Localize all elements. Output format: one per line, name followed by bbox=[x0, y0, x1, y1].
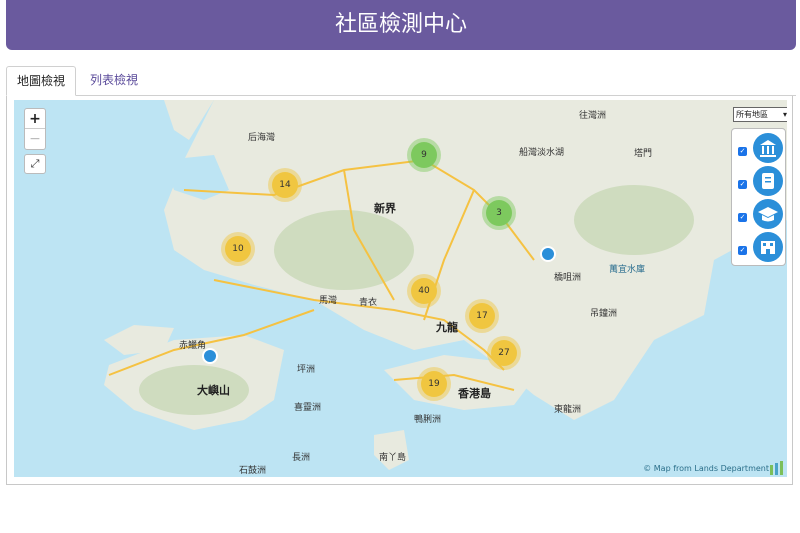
page-title: 社區檢測中心 bbox=[334, 12, 467, 37]
layer-school[interactable]: ✓ bbox=[736, 199, 786, 231]
cluster-marker[interactable]: 3 bbox=[486, 200, 512, 226]
hills-lantau bbox=[139, 365, 249, 415]
label-high-island: 萬宜水庫 bbox=[609, 265, 646, 275]
chevron-down-icon: ▾ bbox=[782, 110, 787, 119]
community-centre-icon bbox=[753, 232, 783, 262]
view-tabs: 地圖檢視 列表檢視 bbox=[6, 66, 796, 96]
label-kowloon: 九龍 bbox=[436, 321, 458, 334]
label-shek-kwu-chau: 石鼓洲 bbox=[239, 466, 267, 476]
label-chek-lap-kok: 赤鱲角 bbox=[179, 341, 207, 351]
label-peng-chau: 坪洲 bbox=[297, 365, 316, 375]
label-tung-lung-chau: 東龍洲 bbox=[554, 405, 582, 415]
label-tsing-yi: 青衣 bbox=[359, 298, 378, 308]
zoom-in-button[interactable]: + bbox=[25, 109, 45, 129]
government-building-icon bbox=[753, 133, 783, 163]
map-basemap bbox=[104, 100, 787, 470]
layer-checkbox[interactable]: ✓ bbox=[738, 246, 747, 255]
layer-toggle-panel: ✓ ✓ ✓ ✓ bbox=[731, 128, 786, 266]
page-header: 社區檢測中心 bbox=[6, 0, 796, 50]
zoom-control: + − bbox=[24, 108, 46, 150]
map-attribution[interactable]: © Map from Lands Department bbox=[643, 464, 769, 473]
label-hei-ling-chau: 喜靈洲 bbox=[294, 403, 322, 413]
cluster-marker[interactable]: 40 bbox=[411, 278, 437, 304]
cluster-marker[interactable]: 27 bbox=[491, 340, 517, 366]
fullscreen-button[interactable]: ⤢ bbox=[24, 154, 46, 174]
layer-checkbox[interactable]: ✓ bbox=[738, 213, 747, 222]
label-tap-mun: 塔門 bbox=[634, 149, 653, 159]
hills-tai-mo-shan bbox=[274, 210, 414, 290]
label-new-territories: 新界 bbox=[374, 202, 396, 215]
label-hk-island: 香港島 bbox=[458, 387, 491, 400]
hills-sai-kung bbox=[574, 185, 694, 255]
cluster-marker[interactable]: 19 bbox=[421, 371, 447, 397]
cluster-marker[interactable]: 14 bbox=[272, 172, 298, 198]
lands-department-logo-icon bbox=[770, 461, 783, 475]
label-junk-bay: 橋咀洲 bbox=[554, 273, 582, 283]
clinic-icon bbox=[753, 166, 783, 196]
tab-map-view[interactable]: 地圖檢視 bbox=[6, 66, 76, 96]
label-ap-lei-chau: 鴨脷洲 bbox=[414, 415, 442, 425]
label-tiu-chung: 吊鐘洲 bbox=[590, 309, 618, 319]
label-ma-wan: 馬灣 bbox=[319, 296, 338, 306]
label-plover-cove: 船灣淡水湖 bbox=[519, 148, 565, 158]
cluster-marker[interactable]: 9 bbox=[411, 142, 437, 168]
government-building-marker-icon[interactable] bbox=[540, 246, 556, 262]
label-cheung-chau: 長洲 bbox=[292, 453, 311, 463]
cluster-marker[interactable]: 17 bbox=[469, 303, 495, 329]
zoom-out-button[interactable]: − bbox=[25, 129, 45, 149]
layer-community-centre[interactable]: ✓ bbox=[736, 232, 786, 264]
cluster-marker[interactable]: 10 bbox=[225, 236, 251, 262]
layer-clinic[interactable]: ✓ bbox=[736, 166, 786, 198]
clinic-marker-icon[interactable] bbox=[202, 348, 218, 364]
map-canvas[interactable]: + − ⤢ 后海灣 往灣洲 船灣淡水湖 塔門 新界 馬灣 青衣 九龍 赤鱲角 大… bbox=[14, 100, 787, 477]
school-icon bbox=[753, 199, 783, 229]
label-hau-hoi-wan: 后海灣 bbox=[248, 133, 276, 143]
label-wong-wan-chau: 往灣洲 bbox=[579, 111, 607, 121]
region-select[interactable]: 所有地區 ▾ bbox=[733, 107, 787, 122]
map-panel: + − ⤢ 后海灣 往灣洲 船灣淡水湖 塔門 新界 馬灣 青衣 九龍 赤鱲角 大… bbox=[6, 96, 793, 485]
label-lantau: 大嶼山 bbox=[197, 384, 230, 397]
layer-government-building[interactable]: ✓ bbox=[736, 133, 786, 165]
region-select-value: 所有地區 bbox=[736, 110, 768, 119]
label-lamma: 南丫島 bbox=[379, 453, 407, 463]
tab-list-view[interactable]: 列表檢視 bbox=[80, 66, 148, 96]
layer-checkbox[interactable]: ✓ bbox=[738, 147, 747, 156]
layer-checkbox[interactable]: ✓ bbox=[738, 180, 747, 189]
